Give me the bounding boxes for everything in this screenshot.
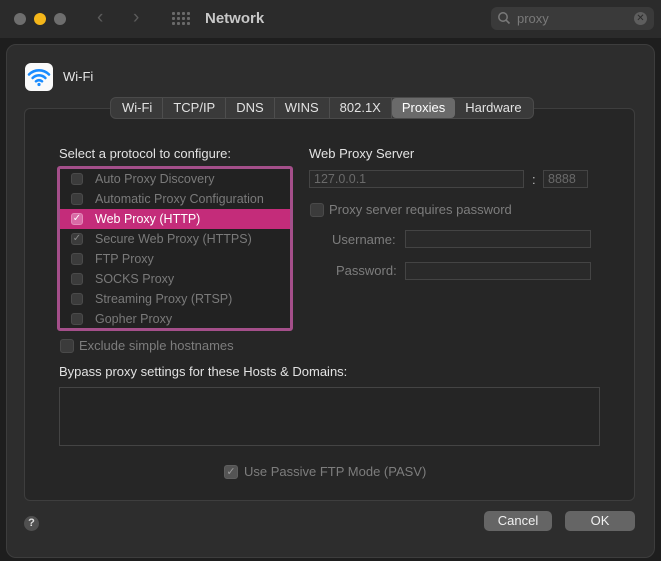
bypass-hosts-textarea[interactable] — [59, 387, 600, 446]
ok-button[interactable]: OK — [565, 511, 635, 531]
protocol-label: FTP Proxy — [95, 252, 154, 266]
service-name: Wi-Fi — [63, 69, 94, 84]
bypass-heading: Bypass proxy settings for these Hosts & … — [59, 364, 348, 379]
protocol-checkbox[interactable] — [71, 273, 83, 285]
protocol-label: SOCKS Proxy — [95, 272, 175, 286]
passive-ftp-label: Use Passive FTP Mode (PASV) — [244, 464, 427, 479]
exclude-simple-hostnames-checkbox[interactable] — [60, 339, 74, 353]
protocol-item-secure-web-proxy[interactable]: ✓ Secure Web Proxy (HTTPS) — [60, 229, 290, 249]
username-input[interactable] — [405, 230, 591, 248]
protocol-item-streaming-proxy[interactable]: Streaming Proxy (RTSP) — [60, 289, 290, 309]
protocol-checkbox[interactable] — [71, 313, 83, 325]
protocol-checkbox[interactable]: ✓ — [71, 213, 83, 225]
protocol-label: Gopher Proxy — [95, 312, 173, 326]
protocol-checkbox[interactable] — [71, 173, 83, 185]
close-button[interactable] — [14, 13, 26, 25]
protocol-item-gopher-proxy[interactable]: Gopher Proxy — [60, 309, 290, 329]
protocol-label: Streaming Proxy (RTSP) — [95, 292, 233, 306]
back-arrow-icon[interactable]: ‹ — [97, 7, 103, 29]
password-input[interactable] — [405, 262, 591, 280]
title-bar: ‹ › Network ✕ — [0, 0, 661, 38]
password-required-checkbox[interactable] — [310, 203, 324, 217]
tab-hardware[interactable]: Hardware — [455, 98, 531, 118]
protocol-item-auto-config[interactable]: Automatic Proxy Configuration — [60, 189, 290, 209]
tab-8021x[interactable]: 802.1X — [330, 98, 392, 118]
tab-tcpip[interactable]: TCP/IP — [163, 98, 227, 118]
search-input[interactable] — [517, 9, 621, 27]
protocol-label: Web Proxy (HTTP) — [95, 212, 201, 226]
protocol-checkbox[interactable] — [71, 293, 83, 305]
checkmark-icon: ✓ — [72, 233, 82, 244]
proxy-port-input[interactable] — [543, 170, 588, 188]
username-label: Username: — [332, 232, 396, 247]
password-required-label: Proxy server requires password — [329, 202, 512, 217]
password-label: Password: — [336, 263, 397, 278]
tab-wifi[interactable]: Wi-Fi — [112, 98, 164, 118]
tab-dns[interactable]: DNS — [226, 98, 275, 118]
protocol-list-heading: Select a protocol to configure: — [59, 146, 231, 161]
tab-wins[interactable]: WINS — [275, 98, 330, 118]
tab-bar: Wi-Fi TCP/IP DNS WINS 802.1X Proxies Har… — [110, 97, 534, 119]
minimize-button[interactable] — [34, 13, 46, 25]
clear-search-icon[interactable]: ✕ — [634, 12, 647, 25]
protocol-item-ftp-proxy[interactable]: FTP Proxy — [60, 249, 290, 269]
protocol-list[interactable]: Auto Proxy Discovery Automatic Proxy Con… — [57, 166, 293, 331]
protocol-checkbox[interactable] — [71, 193, 83, 205]
wifi-service-icon — [25, 63, 53, 91]
protocol-item-socks-proxy[interactable]: SOCKS Proxy — [60, 269, 290, 289]
forward-arrow-icon[interactable]: › — [133, 7, 139, 29]
protocol-item-web-proxy-http[interactable]: ✓ Web Proxy (HTTP) — [60, 209, 290, 229]
cancel-button[interactable]: Cancel — [484, 511, 552, 531]
proxy-host-input[interactable] — [309, 170, 524, 188]
passive-ftp-checkbox[interactable]: ✓ — [224, 465, 238, 479]
protocol-item-auto-discovery[interactable]: Auto Proxy Discovery — [60, 169, 290, 189]
server-heading: Web Proxy Server — [309, 146, 415, 161]
window-title: Network — [205, 10, 265, 27]
zoom-button[interactable] — [54, 13, 66, 25]
protocol-label: Secure Web Proxy (HTTPS) — [95, 232, 252, 246]
protocol-checkbox[interactable] — [71, 253, 83, 265]
protocol-label: Automatic Proxy Configuration — [95, 192, 264, 206]
search-icon — [498, 12, 511, 25]
wifi-icon — [27, 69, 51, 87]
checkmark-icon: ✓ — [72, 213, 82, 224]
exclude-simple-hostnames-label: Exclude simple hostnames — [79, 338, 234, 353]
search-field[interactable]: ✕ — [491, 7, 654, 30]
show-all-grid-icon[interactable] — [172, 12, 190, 26]
checkmark-icon: ✓ — [226, 466, 236, 478]
port-separator: : — [532, 172, 536, 187]
protocol-checkbox[interactable]: ✓ — [71, 233, 83, 245]
protocol-label: Auto Proxy Discovery — [95, 172, 215, 186]
help-button[interactable]: ? — [24, 516, 39, 531]
tab-proxies[interactable]: Proxies — [391, 98, 456, 118]
